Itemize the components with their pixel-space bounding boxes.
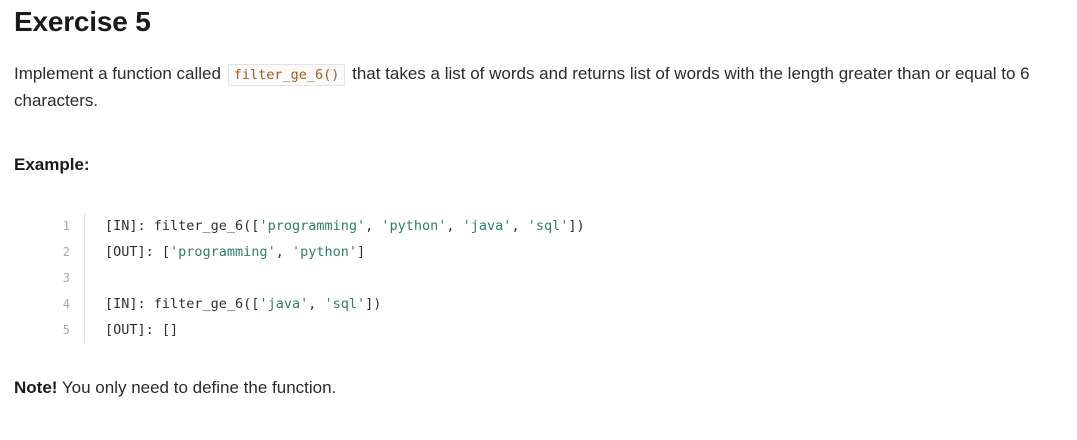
line-content: [IN]: filter_ge_6(['java', 'sql']) bbox=[85, 291, 381, 317]
code-line: 3 bbox=[42, 265, 742, 291]
line-content bbox=[85, 265, 105, 291]
function-name-code: filter_ge_6() bbox=[227, 64, 346, 86]
line-number: 5 bbox=[42, 317, 85, 343]
code-text: , bbox=[365, 218, 382, 234]
code-string-literal: 'programming' bbox=[170, 244, 276, 260]
code-text: ]) bbox=[365, 296, 382, 312]
code-string-literal: 'sql' bbox=[324, 296, 366, 312]
code-text: ]) bbox=[568, 218, 585, 234]
note-label: Note! bbox=[14, 378, 58, 397]
code-string-literal: 'java' bbox=[462, 218, 512, 234]
note-paragraph: Note! You only need to define the functi… bbox=[14, 378, 336, 398]
line-content: [OUT]: ['programming', 'python'] bbox=[85, 239, 365, 265]
code-line: 4 [IN]: filter_ge_6(['java', 'sql']) bbox=[42, 291, 742, 317]
code-line: 2 [OUT]: ['programming', 'python'] bbox=[42, 239, 742, 265]
code-string-literal: 'python' bbox=[381, 218, 447, 234]
code-string-literal: 'python' bbox=[291, 244, 357, 260]
code-text: , bbox=[275, 244, 292, 260]
exercise-title: Exercise 5 bbox=[14, 6, 151, 37]
code-text: , bbox=[308, 296, 325, 312]
line-number: 1 bbox=[42, 213, 85, 239]
code-text: [OUT]: [] bbox=[105, 322, 179, 338]
code-text: , bbox=[446, 218, 463, 234]
description-before: Implement a function called bbox=[14, 64, 221, 83]
code-text: , bbox=[511, 218, 528, 234]
code-line: 5 [OUT]: [] bbox=[42, 317, 742, 343]
line-content: [IN]: filter_ge_6(['programming', 'pytho… bbox=[85, 213, 585, 239]
line-number: 2 bbox=[42, 239, 85, 265]
line-number: 4 bbox=[42, 291, 85, 317]
code-text: [OUT]: [ bbox=[105, 244, 171, 260]
example-heading: Example: bbox=[14, 155, 90, 174]
code-text: [IN]: filter_ge_6([ bbox=[105, 218, 260, 234]
code-text: [IN]: filter_ge_6([ bbox=[105, 296, 260, 312]
line-number: 3 bbox=[42, 265, 85, 291]
line-content: [OUT]: [] bbox=[85, 317, 178, 343]
note-text: You only need to define the function. bbox=[61, 378, 337, 397]
exercise-description: Implement a function called filter_ge_6(… bbox=[14, 61, 1069, 113]
code-line: 1 [IN]: filter_ge_6(['programming', 'pyth… bbox=[42, 213, 742, 239]
code-string-literal: 'sql' bbox=[527, 218, 569, 234]
code-string-literal: 'programming' bbox=[259, 218, 366, 234]
code-string-literal: 'java' bbox=[259, 296, 309, 312]
code-example-block: 1 [IN]: filter_ge_6(['programming', 'pyth… bbox=[42, 213, 742, 343]
code-text: ] bbox=[357, 244, 366, 260]
